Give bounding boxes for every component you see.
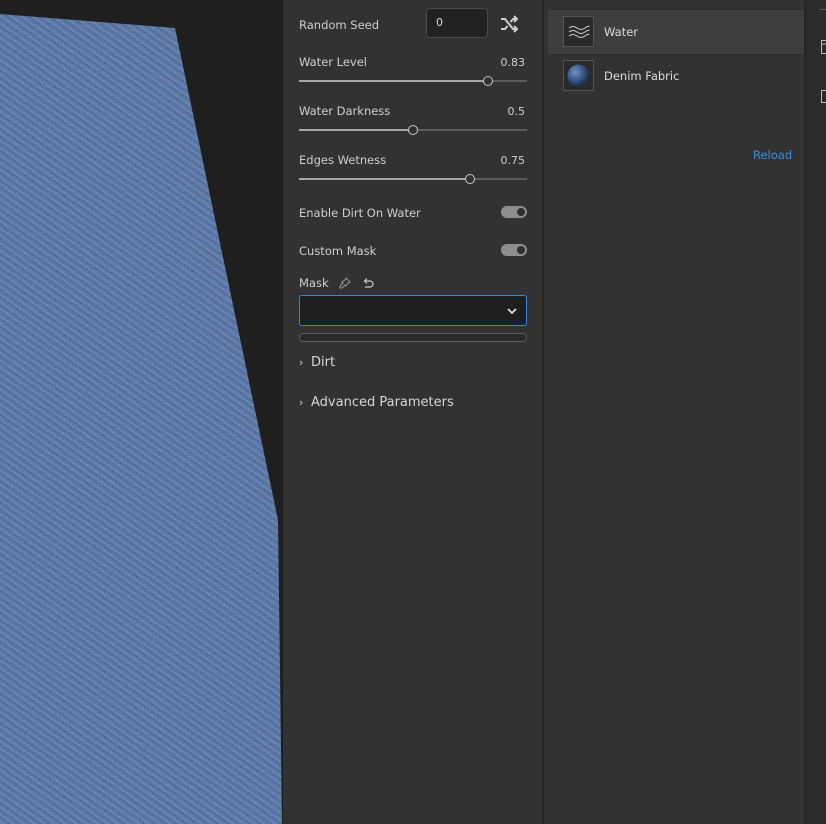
edges-wetness-slider[interactable] [299, 174, 527, 184]
water-level-thumb[interactable] [483, 76, 494, 86]
mask-progress-bar [299, 333, 527, 342]
panel-tab-icon[interactable] [821, 40, 826, 54]
chevron-right-icon: › [299, 356, 304, 369]
edges-wetness-value: 0.75 [500, 154, 526, 167]
shuffle-icon[interactable] [499, 14, 519, 34]
chevron-right-icon: › [299, 396, 304, 409]
water-darkness-value: 0.5 [507, 105, 526, 118]
layer-item-water[interactable]: Water [548, 10, 804, 54]
edges-wetness-thumb[interactable] [465, 174, 475, 184]
section-advanced-parameters[interactable]: › Advanced Parameters [299, 395, 454, 410]
edges-wetness-label: Edges Wetness [299, 153, 387, 167]
properties-panel: Random Seed 0 Water Level 0.83 Water Dar… [282, 0, 543, 824]
water-waves-icon [563, 16, 594, 47]
section-advanced-label: Advanced Parameters [311, 395, 454, 410]
water-darkness-label: Water Darkness [299, 104, 391, 118]
reset-icon[interactable] [362, 277, 374, 289]
denim-surface [0, 14, 282, 824]
custom-mask-label: Custom Mask [299, 244, 377, 258]
custom-mask-toggle[interactable] [501, 244, 527, 256]
viewport-3d[interactable] [0, 0, 282, 824]
random-seed-input[interactable]: 0 [426, 8, 488, 38]
layers-panel: Water Denim Fabric Reload [544, 0, 804, 824]
water-level-slider[interactable] [299, 76, 527, 86]
mask-label: Mask [299, 276, 329, 290]
section-dirt[interactable]: › Dirt [299, 355, 335, 370]
mask-dropdown[interactable] [299, 295, 527, 326]
layer-name-water: Water [604, 25, 638, 39]
enable-dirt-toggle[interactable] [501, 206, 527, 218]
water-darkness-slider[interactable] [299, 125, 527, 135]
toolbar-separator [819, 9, 826, 10]
right-toolbar [806, 0, 826, 824]
sphere-icon [563, 60, 594, 91]
water-darkness-thumb[interactable] [408, 125, 418, 135]
panel-tab-icon-2[interactable] [821, 90, 826, 103]
water-level-value: 0.83 [500, 56, 526, 69]
chevron-down-icon [507, 308, 517, 315]
section-dirt-label: Dirt [311, 355, 336, 370]
layer-item-denim-fabric[interactable]: Denim Fabric [548, 54, 804, 98]
water-level-label: Water Level [299, 55, 368, 69]
enable-dirt-label: Enable Dirt On Water [299, 206, 421, 220]
reload-link[interactable]: Reload [753, 148, 792, 162]
random-seed-label: Random Seed [299, 18, 380, 32]
pin-icon[interactable] [339, 277, 351, 289]
layer-name-denim-fabric: Denim Fabric [604, 69, 680, 83]
